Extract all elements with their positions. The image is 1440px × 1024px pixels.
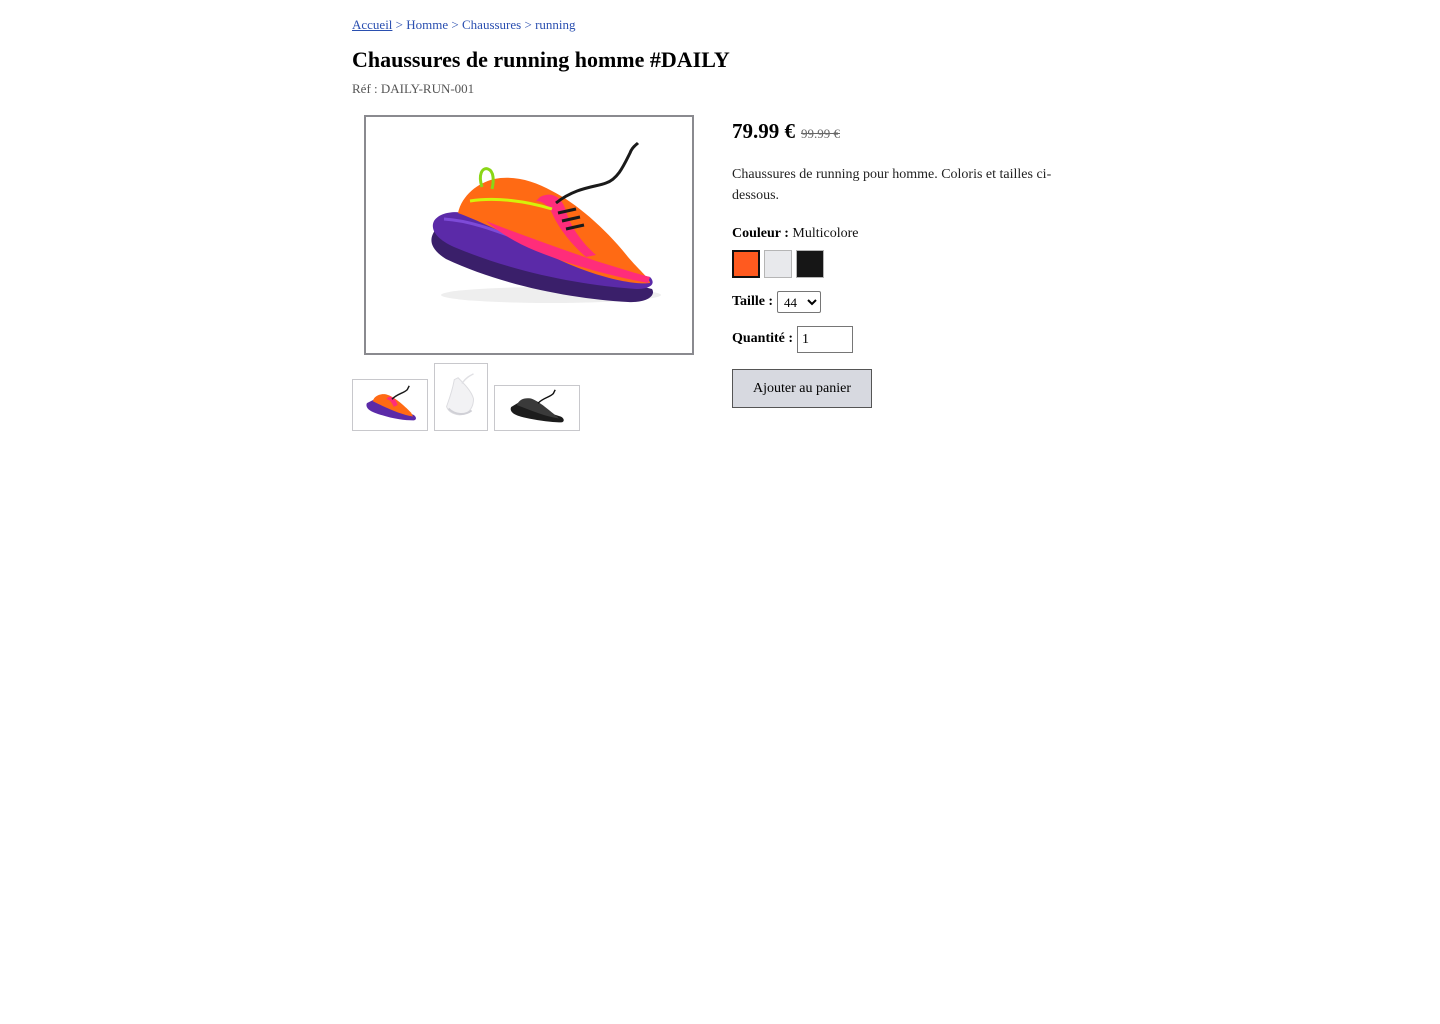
quantity-input[interactable] <box>797 326 853 353</box>
main-product-image[interactable] <box>364 115 694 355</box>
color-label: Couleur : <box>732 226 789 241</box>
swatch-black[interactable] <box>796 250 824 278</box>
product-title: Chaussures de running homme #DAILY <box>352 47 730 72</box>
breadcrumb-running-link[interactable]: running <box>535 17 575 32</box>
shoe-thumb-white-icon <box>446 373 475 416</box>
thumbnail-white[interactable] <box>434 363 488 431</box>
breadcrumb-separator: > <box>451 17 459 32</box>
size-label: Taille : <box>732 294 774 309</box>
breadcrumb-separator: > <box>524 17 532 32</box>
thumbnail-multicolor[interactable] <box>352 379 428 431</box>
current-price: 79.99 € <box>732 119 795 143</box>
old-price: 99.99 € <box>801 126 840 141</box>
shoe-thumb-multicolor-icon <box>366 385 416 421</box>
size-select[interactable]: 44 <box>777 291 821 313</box>
add-to-cart-button[interactable]: Ajouter au panier <box>732 369 872 408</box>
breadcrumb-separator: > <box>395 17 404 32</box>
color-value: Multicolore <box>792 226 859 241</box>
breadcrumb-homme-link[interactable]: Homme <box>406 17 448 32</box>
breadcrumb-home-link[interactable]: Accueil <box>352 17 392 32</box>
breadcrumb-chaussures-link[interactable]: Chaussures <box>462 17 521 32</box>
product-page: Accueil > Homme > Chaussures > running C… <box>0 0 1440 1024</box>
product-reference: Réf : DAILY-RUN-001 <box>352 81 475 96</box>
shoe-photo-multicolor-icon <box>431 141 661 303</box>
swatch-orange[interactable] <box>732 250 760 278</box>
thumbnail-black[interactable] <box>494 385 580 431</box>
shoe-thumb-black-icon <box>510 389 564 423</box>
swatch-light-grey[interactable] <box>764 250 792 278</box>
product-description: Chaussures de running pour homme. Colori… <box>732 167 1052 203</box>
color-row: Couleur : Multicolore <box>732 226 859 242</box>
quantity-label: Quantité : <box>732 331 794 346</box>
price-block: 79.99 € 99.99 € <box>732 119 840 144</box>
breadcrumb: Accueil > Homme > Chaussures > running <box>352 17 576 33</box>
